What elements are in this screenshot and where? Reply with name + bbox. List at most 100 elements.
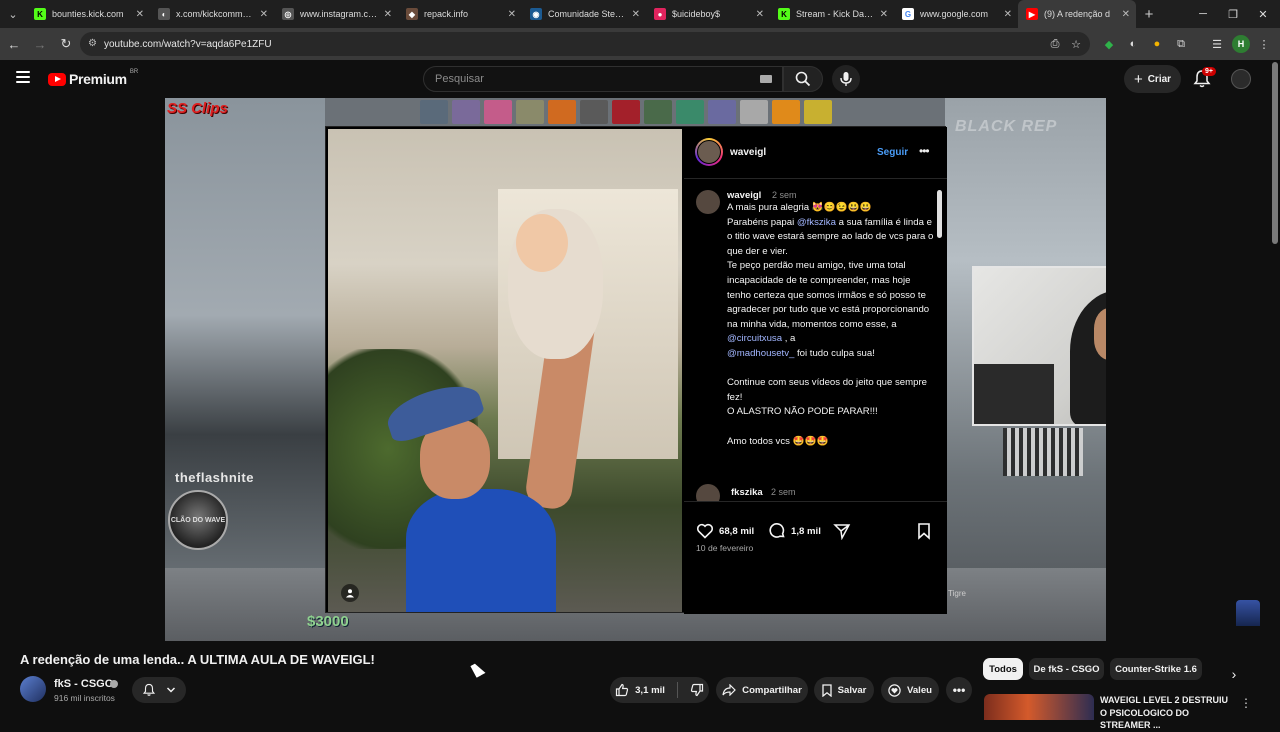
search-input[interactable]: Pesquisar	[423, 66, 783, 92]
restore-icon[interactable]: ❐	[1218, 0, 1248, 28]
tab-close-icon[interactable]: ✕	[880, 9, 888, 20]
extension-icon[interactable]: ●	[1148, 35, 1166, 53]
thanks-button[interactable]: Valeu	[881, 677, 939, 703]
subscription-bell-button[interactable]	[132, 677, 186, 703]
back-icon[interactable]: ←	[2, 32, 26, 56]
more-actions-button[interactable]: •••	[946, 677, 972, 703]
search-icon	[795, 71, 811, 87]
author-avatar[interactable]	[695, 138, 723, 166]
browser-menu-icon[interactable]: ⋮	[1255, 35, 1273, 53]
mention-link[interactable]: @madhousetv_	[727, 348, 794, 359]
save-icon[interactable]	[915, 522, 933, 540]
tab-favicon-icon: G	[902, 8, 914, 20]
browser-tab[interactable]: ◎ www.instagram.com ✕	[274, 0, 398, 28]
browser-tab[interactable]: K Stream - Kick Dashbo ✕	[770, 0, 894, 28]
browser-tab[interactable]: ◉ Comunidade Steam ::✕	[522, 0, 646, 28]
channel-name[interactable]: fkS - CSGO	[54, 678, 113, 690]
share-button[interactable]: Compartilhar	[716, 677, 808, 703]
tab-favicon-icon: ▶	[1026, 8, 1038, 20]
dislike-icon[interactable]	[690, 683, 704, 697]
browser-tab[interactable]: Gwww.google.com ✕	[894, 0, 1018, 28]
browser-tab[interactable]: ● $uicideboy$ ✕	[646, 0, 770, 28]
author-username[interactable]: waveigl	[730, 147, 766, 158]
filter-chip[interactable]: De fkS - CSGO	[1029, 658, 1104, 680]
keyboard-icon[interactable]	[760, 75, 772, 83]
browser-tab[interactable]: ◆ repack.info ✕	[398, 0, 522, 28]
youtube-logo[interactable]: Premium BR	[48, 69, 139, 87]
mention-link[interactable]: @fkszika	[797, 217, 836, 228]
share-label: Compartilhar	[742, 684, 802, 696]
tab-close-icon[interactable]: ✕	[1004, 9, 1012, 20]
like-icon[interactable]	[615, 683, 629, 697]
tab-close-icon[interactable]: ✕	[632, 9, 640, 20]
bell-icon	[142, 683, 156, 696]
share-icon[interactable]	[833, 522, 851, 540]
more-vertical-icon[interactable]: ⋮	[1240, 696, 1252, 710]
voice-search-button[interactable]	[832, 65, 860, 93]
reading-list-icon[interactable]: ☰	[1208, 35, 1226, 53]
tab-title: Stream - Kick Dashbo	[796, 9, 874, 19]
comment-avatar[interactable]	[696, 190, 720, 214]
streamer-overlay-avatar: CLÃO DO WAVE	[168, 490, 228, 550]
comments-scrollbar[interactable]	[937, 190, 942, 238]
tab-close-icon[interactable]: ✕	[260, 9, 268, 20]
page-scrollbar[interactable]	[1272, 62, 1278, 244]
tab-close-icon[interactable]: ✕	[136, 9, 144, 20]
tab-close-icon[interactable]: ✕	[756, 9, 764, 20]
comment-time: 2 sem	[771, 487, 796, 497]
close-window-icon[interactable]: ✕	[1248, 0, 1278, 28]
tab-close-icon[interactable]: ✕	[384, 9, 392, 20]
logo-region: BR	[129, 69, 139, 75]
comment-username[interactable]: waveigl	[727, 190, 761, 201]
plus-icon: +	[1133, 70, 1143, 88]
chevron-right-icon[interactable]: ›	[1222, 662, 1246, 686]
follow-button[interactable]: Seguir	[877, 147, 908, 158]
instagram-post: waveigl Seguir ••• waveigl 2 sem A mais …	[325, 126, 947, 614]
site-info-icon[interactable]: ⚙	[88, 38, 97, 49]
more-options-icon[interactable]: •••	[919, 144, 930, 158]
save-button[interactable]: Salvar	[814, 677, 874, 703]
video-player[interactable]: SS Clips BLACK REP theflashnite CLÃO DO …	[165, 98, 1106, 641]
browser-tab[interactable]: ▶ (9) A redenção d ✕	[1018, 0, 1136, 28]
tab-close-icon[interactable]: ✕	[508, 9, 516, 20]
tab-favicon-icon: K	[34, 8, 46, 20]
recommended-video-title[interactable]: WAVEIGL LEVEL 2 DESTRUIU O PSICOLOGICO D…	[1100, 694, 1236, 732]
browser-tab[interactable]: Kbounties.kick.com ✕	[26, 0, 150, 28]
extensions-puzzle-icon[interactable]: ⧉	[1172, 35, 1190, 53]
extension-icon[interactable]: ◐	[1124, 35, 1142, 53]
heart-icon[interactable]	[696, 522, 714, 540]
mention-link[interactable]: @circuitxusa	[727, 333, 782, 344]
tab-close-icon[interactable]: ✕	[1122, 9, 1130, 20]
browser-toolbar: ← → ↻ ⚙ youtube.com/watch?v=aqda6Pe1ZFU …	[0, 28, 1280, 60]
new-tab-button[interactable]: +	[1136, 6, 1162, 23]
filter-chip[interactable]: Counter-Strike 1.6	[1110, 658, 1202, 680]
minimize-icon[interactable]: ─	[1188, 0, 1218, 28]
qr-code	[1003, 428, 1083, 476]
post-photo	[328, 129, 682, 612]
tab-search-icon[interactable]: ⌄	[0, 0, 26, 28]
chevron-down-icon	[166, 687, 176, 693]
like-count[interactable]: 3,1 mil	[635, 685, 665, 696]
bookmark-star-icon[interactable]: ☆	[1067, 35, 1085, 53]
url-bar[interactable]: ⚙ youtube.com/watch?v=aqda6Pe1ZFU	[80, 32, 1090, 56]
channel-avatar[interactable]	[20, 676, 46, 702]
search-button[interactable]	[783, 66, 823, 92]
menu-icon[interactable]	[16, 71, 30, 83]
comment-avatar[interactable]	[696, 484, 720, 501]
comment-icon[interactable]	[768, 522, 786, 540]
profile-icon[interactable]: H	[1232, 35, 1250, 53]
account-avatar[interactable]	[1231, 69, 1251, 89]
comments-count: 1,8 mil	[791, 526, 821, 537]
filter-chip[interactable]: Todos	[983, 658, 1023, 680]
comments-list[interactable]: waveigl 2 sem A mais pura alegria 😻😊😉😃😃 P…	[684, 180, 947, 502]
reload-icon[interactable]: ↻	[54, 32, 78, 56]
browser-tab[interactable]: ◐ x.com/kickcommunity ✕	[150, 0, 274, 28]
install-app-icon[interactable]: ⎙	[1046, 35, 1064, 53]
extension-icon[interactable]: ◆	[1100, 35, 1118, 53]
verified-icon	[110, 680, 118, 688]
comment-username[interactable]: fkszika	[731, 487, 763, 498]
recommended-video-thumbnail[interactable]	[984, 694, 1094, 720]
create-button[interactable]: + Criar	[1124, 65, 1181, 93]
forward-icon[interactable]: →	[28, 32, 52, 56]
tagged-people-icon[interactable]	[341, 584, 359, 602]
